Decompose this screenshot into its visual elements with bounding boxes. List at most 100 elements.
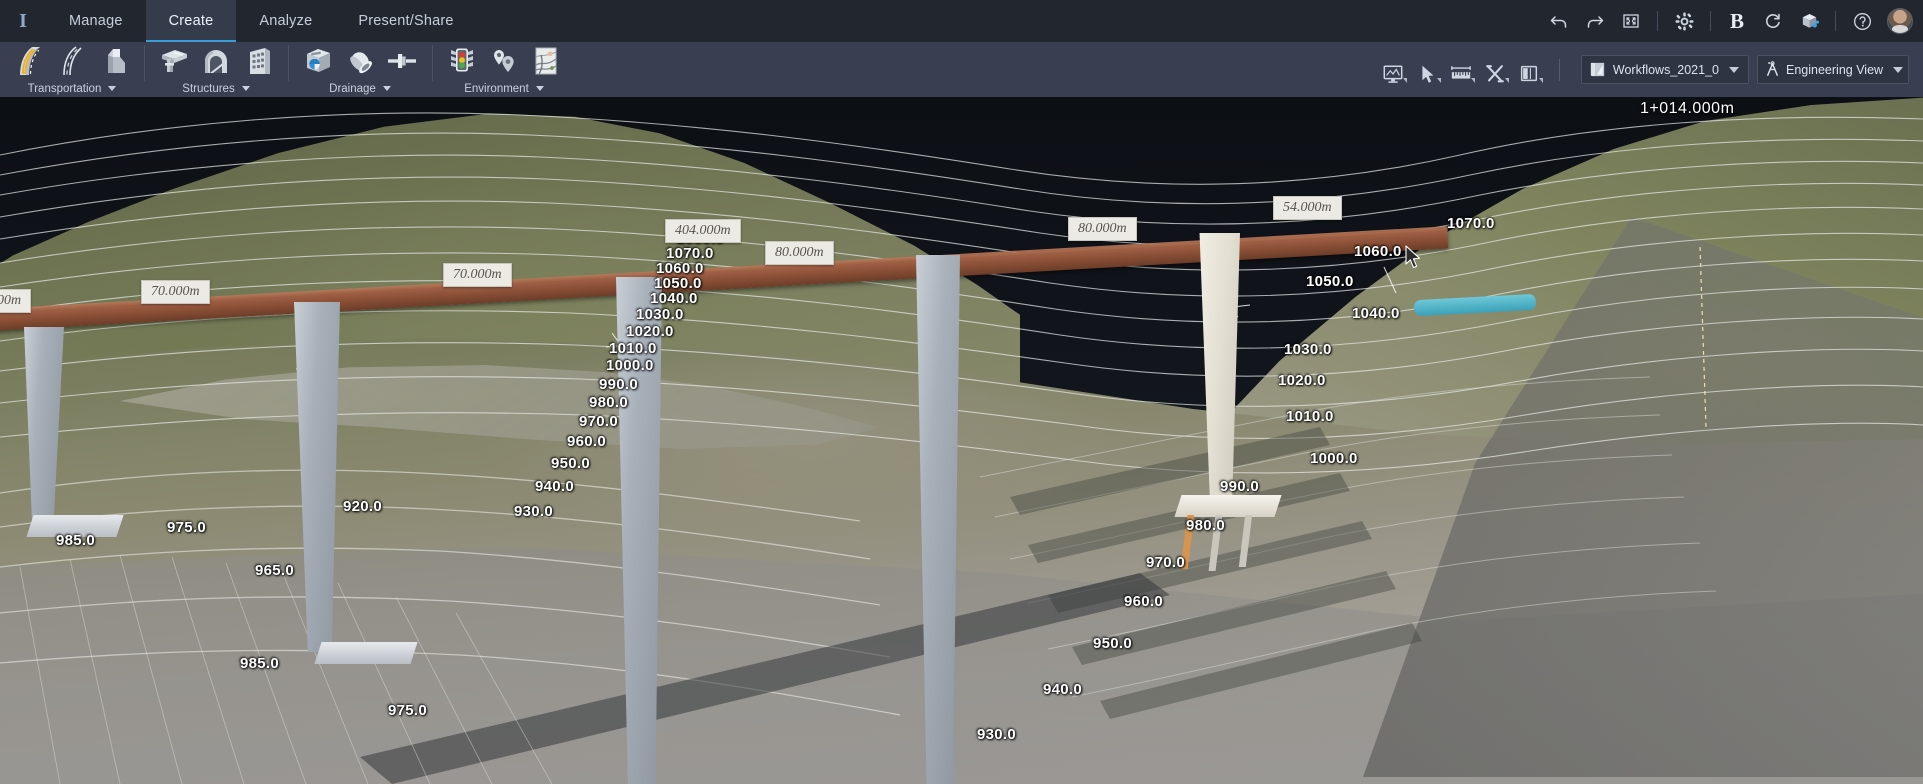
elevation-label: 985.0 (56, 532, 96, 549)
workflow-selector-value: Workflows_2021_0 (1612, 62, 1719, 77)
chevron-down-icon[interactable] (1403, 77, 1407, 83)
bentley-logo-label: B (1729, 8, 1744, 33)
dimension-callout[interactable]: 404.000m (665, 219, 741, 243)
chevron-down-icon[interactable] (1539, 77, 1543, 83)
divider (1835, 11, 1836, 31)
tunnel-icon[interactable] (196, 43, 236, 79)
fit-view-icon[interactable] (1614, 0, 1648, 42)
elevation-label: 960.0 (1124, 593, 1164, 610)
ribbon-group-structures: Structures (144, 42, 288, 97)
pipe-icon[interactable] (340, 43, 380, 79)
ribbon-group-label[interactable]: Drainage (329, 80, 391, 97)
site-marker-icon[interactable] (484, 43, 524, 79)
traffic-signal-icon[interactable] (442, 43, 482, 79)
elevation-label: 990.0 (1220, 478, 1260, 495)
divider (1710, 11, 1711, 31)
elevation-label: 980.0 (589, 394, 629, 411)
menu-tab-present-share[interactable]: Present/Share (335, 0, 476, 42)
barrier-icon[interactable] (94, 43, 134, 79)
sync-refresh-icon[interactable] (1756, 0, 1790, 42)
dimension-callout[interactable]: 70.000m (141, 280, 210, 304)
culvert-icon[interactable] (382, 43, 422, 79)
measure-tool-icon[interactable] (1444, 55, 1478, 85)
chevron-down-icon[interactable] (108, 86, 117, 91)
dimension-callout[interactable]: 70.000m (443, 263, 512, 287)
ribbon-group-label[interactable]: Transportation (28, 80, 117, 97)
ribbon-group-icons (436, 42, 572, 80)
title-bar: I Manage Create Analyze Present/Share B (0, 0, 1923, 42)
elevation-label: 1030.0 (636, 306, 684, 323)
menu-tab-create[interactable]: Create (145, 0, 237, 42)
divider (1559, 58, 1560, 81)
chevron-down-icon[interactable] (1729, 66, 1739, 73)
dimension-callout[interactable]: 80.000m (765, 241, 834, 265)
undo-icon[interactable] (1542, 0, 1576, 42)
settings-gear-icon[interactable] (1667, 0, 1701, 42)
bridge-pier-footing (314, 642, 418, 664)
display-style-icon[interactable] (1376, 55, 1410, 85)
ribbon-toolbar: Transportation Structures Drainage Envir… (0, 42, 1923, 97)
station-label: 1+014.000m (1640, 100, 1735, 117)
terrain-map-icon[interactable] (526, 43, 566, 79)
ribbon-group-icons (4, 42, 140, 80)
elevation-label: 1000.0 (1310, 450, 1358, 467)
dimension-callout[interactable]: 000m (0, 289, 32, 313)
elevation-label: 1060.0 (1354, 243, 1402, 260)
title-bar-tools: B (1542, 0, 1923, 42)
view-selector-value: Engineering View (1786, 62, 1884, 77)
section-clip-icon[interactable] (1512, 55, 1546, 85)
drainage-node-icon[interactable] (298, 43, 338, 79)
chevron-down-icon[interactable] (1893, 66, 1904, 73)
tools-icon[interactable] (1478, 55, 1512, 85)
corridor-roadway-icon[interactable] (10, 43, 50, 79)
chevron-down-icon[interactable] (535, 86, 544, 91)
elevation-label: 975.0 (388, 702, 428, 719)
help-icon[interactable] (1845, 0, 1879, 42)
user-avatar[interactable] (1887, 8, 1913, 34)
main-menu-tabs: Manage Create Analyze Present/Share (46, 0, 477, 42)
app-logo-icon: I (0, 0, 46, 42)
elevation-label: 1020.0 (626, 323, 674, 340)
bridge-icon[interactable] (154, 43, 194, 79)
bridge-pier-footing (1174, 495, 1282, 517)
redo-icon[interactable] (1578, 0, 1612, 42)
dimension-callout[interactable]: 54.000m (1273, 196, 1342, 220)
chevron-down-icon[interactable] (382, 86, 391, 91)
ribbon-group-icons (148, 42, 284, 80)
elevation-label: 1010.0 (1286, 408, 1334, 425)
view-selector[interactable]: Engineering View (1757, 55, 1909, 84)
elevation-label: 1070.0 (1447, 215, 1495, 232)
bentley-logo-icon[interactable]: B (1720, 0, 1754, 42)
select-pointer-icon[interactable] (1410, 55, 1444, 85)
ribbon-group-transportation: Transportation (0, 42, 144, 97)
ribbon-group-icons (292, 42, 428, 80)
application-window: I Manage Create Analyze Present/Share B … (0, 0, 1923, 784)
ribbon-group-label[interactable]: Environment (464, 80, 544, 97)
menu-tab-analyze[interactable]: Analyze (236, 0, 335, 42)
elevation-label: 1010.0 (609, 340, 657, 357)
ribbon-groups: Transportation Structures Drainage Envir… (0, 42, 576, 97)
menu-tab-manage[interactable]: Manage (46, 0, 146, 42)
share-model-icon[interactable] (1792, 0, 1826, 42)
workflow-scroll-icon (1587, 60, 1609, 79)
chevron-down-icon[interactable] (241, 86, 250, 91)
workflow-selector[interactable]: Workflows_2021_0 (1581, 55, 1749, 84)
elevation-label: 950.0 (551, 455, 591, 472)
menu-tab-label: Create (168, 13, 214, 29)
ribbon-group-label[interactable]: Structures (182, 80, 250, 97)
alignment-icon[interactable] (52, 43, 92, 79)
elevation-label: 940.0 (535, 478, 575, 495)
dimension-callout[interactable]: 80.000m (1068, 217, 1137, 241)
chevron-down-icon[interactable] (1505, 77, 1509, 83)
3d-viewport[interactable]: 1080.0 1070.0 1060.0 1050.0 1040.0 1030.… (0, 97, 1923, 784)
elevation-label: 950.0 (1093, 635, 1133, 652)
menu-tab-label: Manage (69, 13, 123, 29)
chevron-down-icon[interactable] (1437, 77, 1441, 83)
ribbon-group-environment: Environment (432, 42, 576, 97)
building-icon[interactable] (238, 43, 278, 79)
divider (1657, 11, 1658, 31)
ribbon-view-tools: Workflows_2021_0 Engineering View (1376, 42, 1923, 97)
chevron-down-icon[interactable] (1471, 77, 1475, 83)
elevation-label: 980.0 (1186, 517, 1226, 534)
elevation-label: 940.0 (1043, 681, 1083, 698)
